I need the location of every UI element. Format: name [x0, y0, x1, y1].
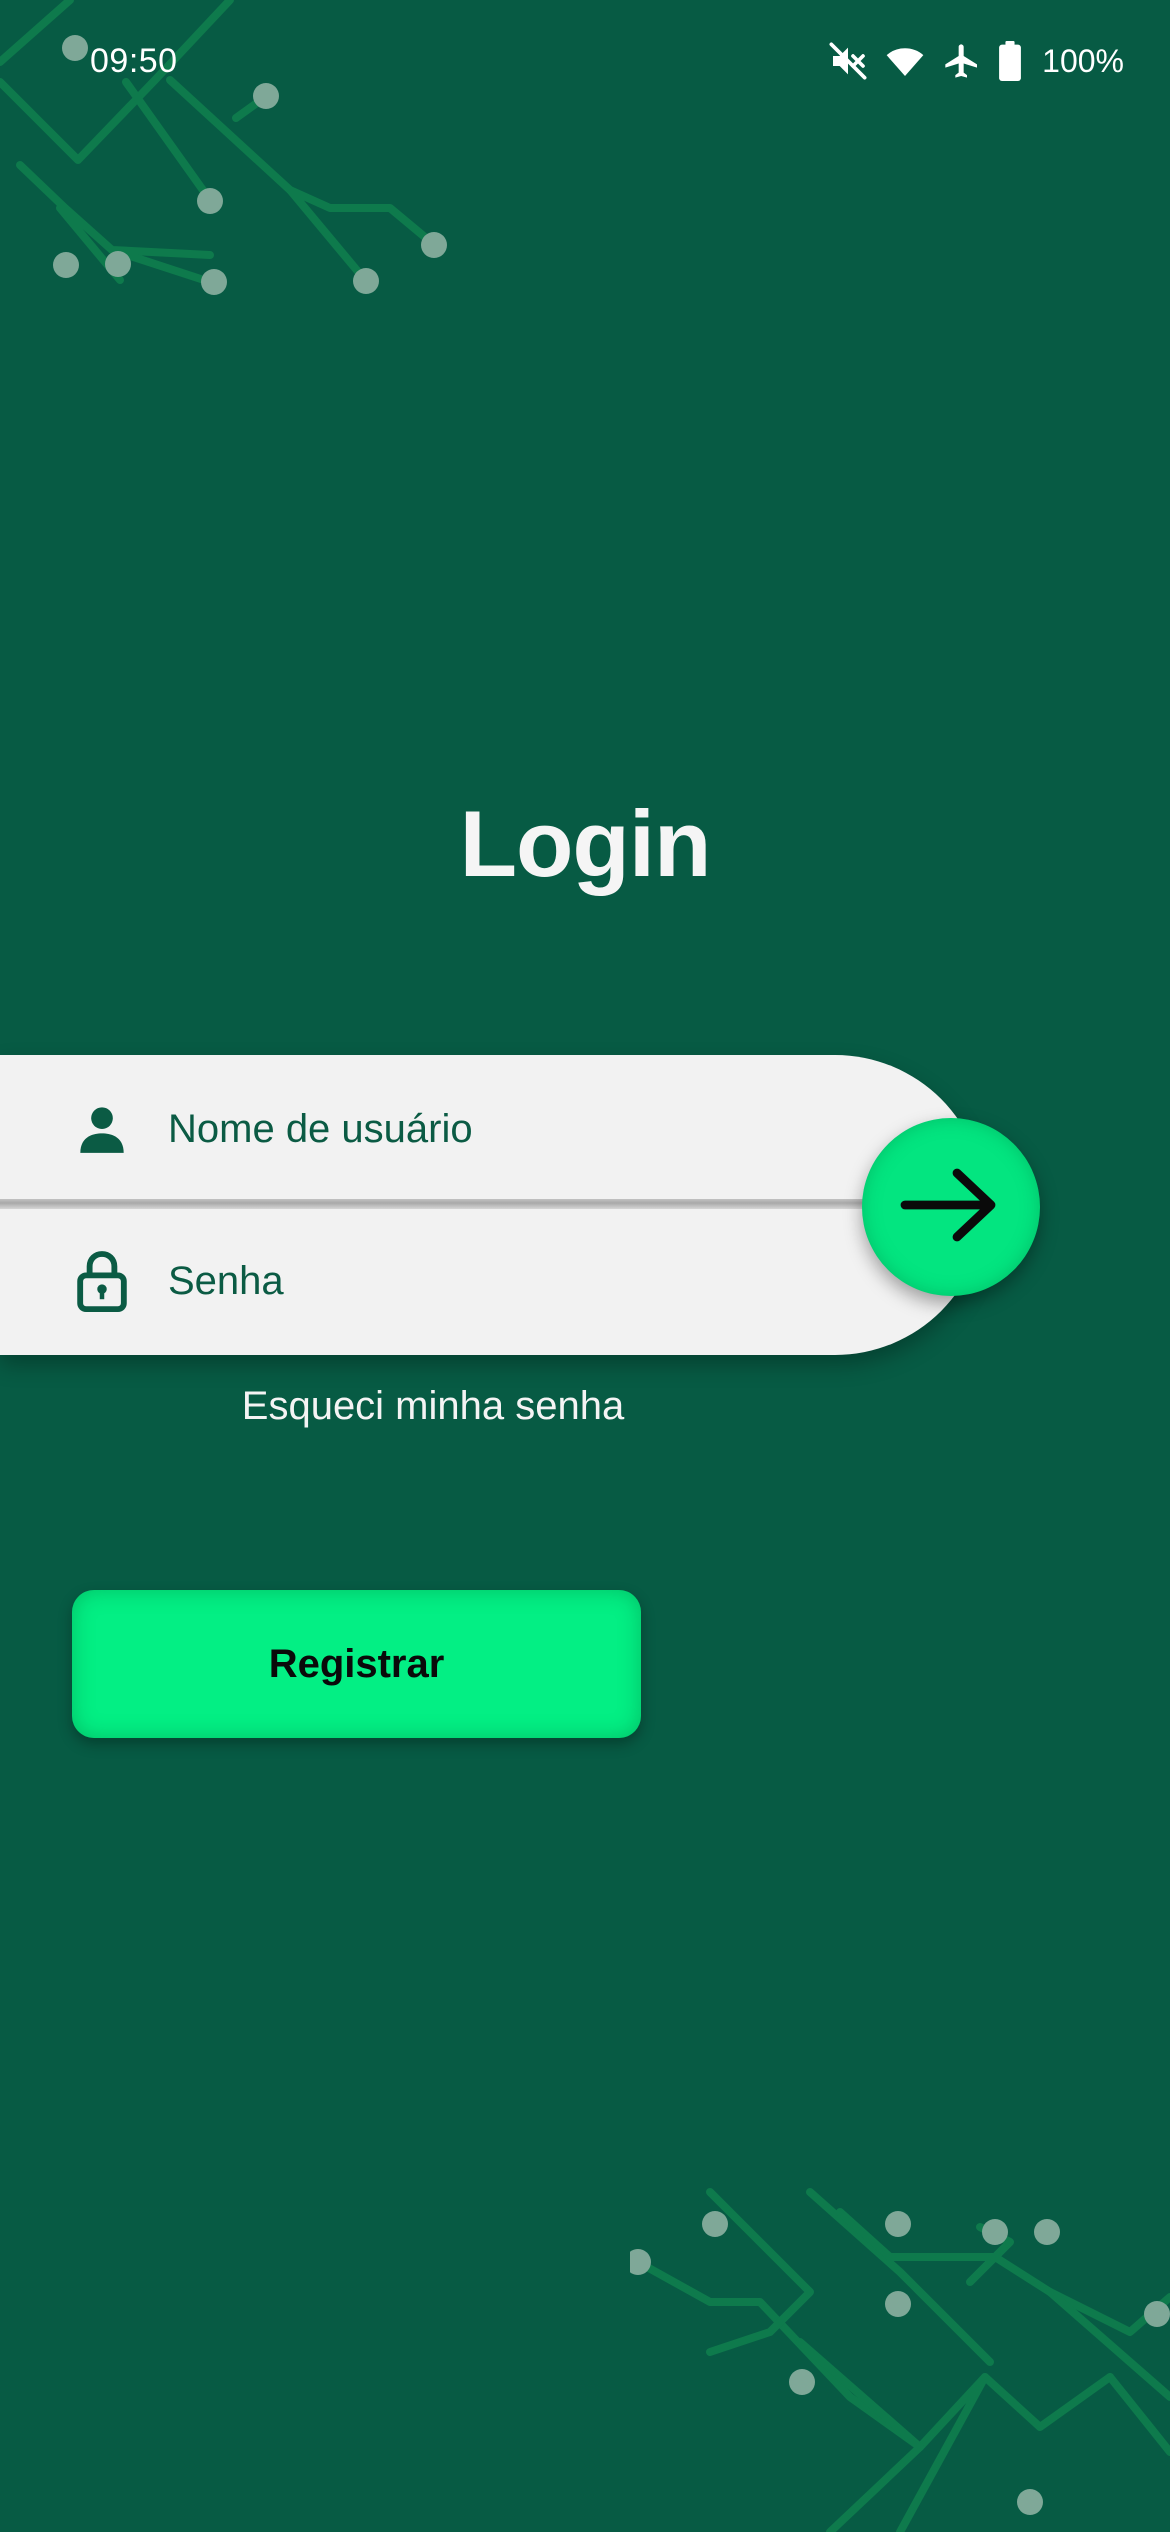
- username-field: [0, 1055, 985, 1203]
- battery-percentage: 100%: [1042, 42, 1124, 79]
- status-bar: 09:50 100%: [0, 0, 1170, 126]
- register-label: Registrar: [268, 1641, 445, 1686]
- status-icons: 100%: [828, 38, 1124, 84]
- circuit-decoration-bottom: [630, 2188, 1170, 2532]
- wifi-icon: [884, 41, 926, 81]
- page-title: Login: [459, 791, 712, 896]
- username-input[interactable]: [168, 1089, 868, 1169]
- battery-icon: [998, 41, 1022, 81]
- login-submit-button[interactable]: [862, 1118, 1040, 1296]
- password-field: [0, 1207, 985, 1355]
- password-input[interactable]: [168, 1241, 868, 1321]
- lock-icon: [72, 1246, 132, 1316]
- airplane-mode-icon: [942, 41, 982, 81]
- arrow-right-icon: [899, 1165, 1003, 1250]
- forgot-password-link[interactable]: Esqueci minha senha: [0, 1384, 866, 1429]
- status-time: 09:50: [90, 42, 178, 80]
- register-button[interactable]: Registrar: [72, 1590, 641, 1738]
- login-form: [0, 1055, 985, 1355]
- person-icon: [72, 1094, 132, 1164]
- mute-icon: [828, 41, 868, 81]
